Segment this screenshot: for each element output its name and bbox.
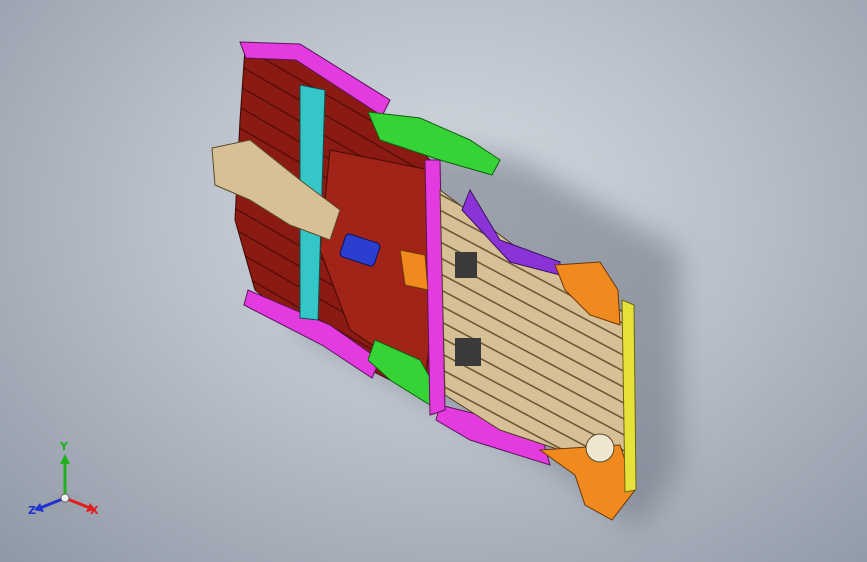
graphics-viewport[interactable]: Y X Z: [0, 0, 867, 562]
car-floor-assembly-model[interactable]: [0, 0, 867, 562]
orange-front-bracket-bottom: [538, 444, 636, 521]
dome-boss: [585, 433, 615, 463]
x-axis-label: X: [90, 504, 99, 517]
y-axis-label: Y: [60, 440, 68, 453]
z-axis-label: Z: [28, 504, 36, 517]
yellow-edge-rail: [621, 299, 637, 493]
coordinate-triad: Y X Z: [20, 440, 110, 528]
floor-opening-lower: [455, 338, 481, 366]
floor-opening-upper: [455, 252, 477, 278]
